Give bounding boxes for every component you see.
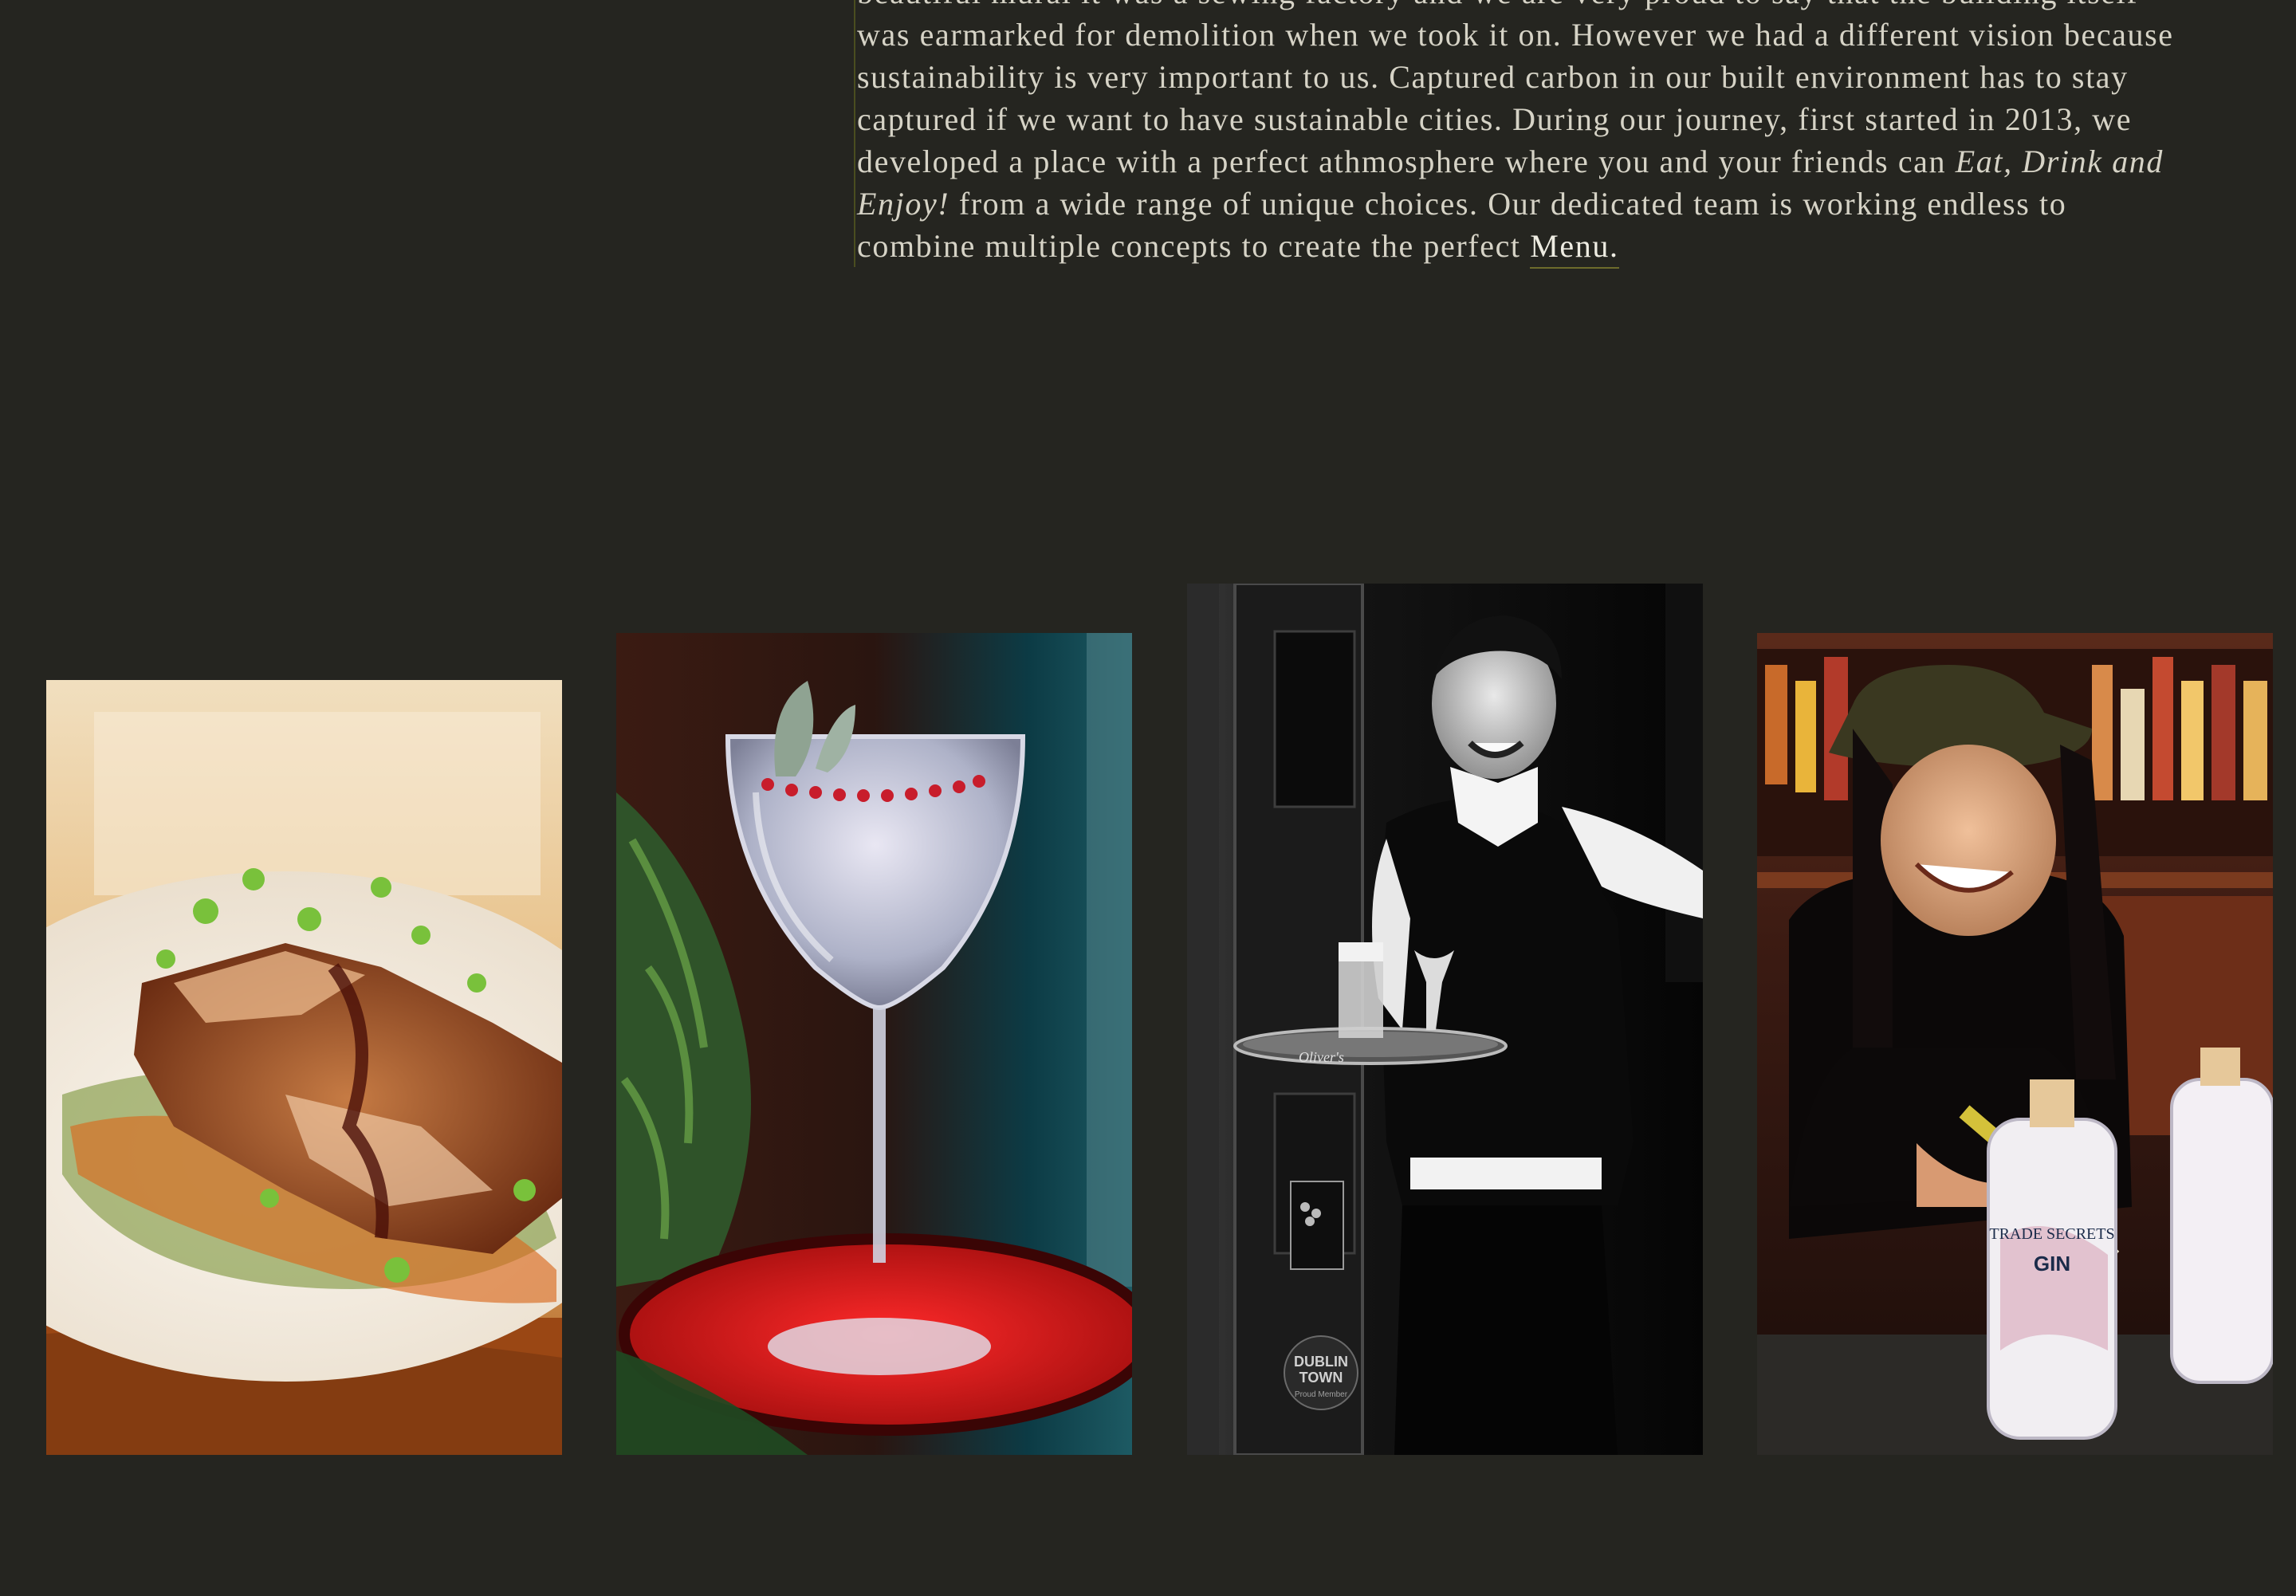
about-line-text: developed a place with a perfect athmosp… xyxy=(857,143,1956,179)
about-paragraph: beautiful mural it was a sewing factory … xyxy=(854,0,2228,269)
enjoy-emphasis: Enjoy! xyxy=(857,186,950,222)
food-dish-image xyxy=(46,680,562,1455)
about-line-text: combine multiple concepts to create the … xyxy=(857,228,1531,264)
eat-drink-enjoy-emphasis: Eat, Drink and xyxy=(1955,143,2164,179)
gin-bottle-brand: TRADE SECRETS xyxy=(1989,1225,2114,1243)
cocktail-glass-photo xyxy=(616,633,1132,1455)
about-line-text: from a wide range of unique choices. Our… xyxy=(949,186,2067,222)
about-line: combine multiple concepts to create the … xyxy=(857,225,2228,269)
cocktail-glass-image xyxy=(616,633,1132,1455)
bartender-gin-image: TRADE SECRETS GIN xyxy=(1757,633,2273,1455)
food-dish-photo xyxy=(46,680,562,1455)
waiter-image: DUBLIN TOWN Proud Member Oliver's xyxy=(1187,584,1703,1455)
tray-logo-text: Oliver's xyxy=(1299,1049,1344,1065)
menu-link[interactable]: Menu. xyxy=(1530,228,1619,269)
about-line: developed a place with a perfect athmosp… xyxy=(857,140,2228,183)
about-line: sustainability is very important to us. … xyxy=(857,59,2129,95)
dublin-town-badge-line1: DUBLIN xyxy=(1294,1354,1348,1370)
bartender-gin-photo: TRADE SECRETS GIN xyxy=(1757,633,2273,1455)
about-line: beautiful mural it was a sewing factory … xyxy=(857,0,2228,14)
gin-bottle-label: GIN xyxy=(2034,1252,2070,1276)
waiter-photo: DUBLIN TOWN Proud Member Oliver's xyxy=(1187,584,1703,1455)
about-line: was earmarked for demolition when we too… xyxy=(857,17,2174,53)
page: beautiful mural it was a sewing factory … xyxy=(0,0,2296,1596)
dublin-town-badge-line3: Proud Member xyxy=(1295,1390,1348,1399)
about-line: Enjoy! from a wide range of unique choic… xyxy=(857,183,2228,225)
dublin-town-badge-line2: TOWN xyxy=(1299,1370,1343,1386)
about-line: captured if we want to have sustainable … xyxy=(857,101,2133,137)
